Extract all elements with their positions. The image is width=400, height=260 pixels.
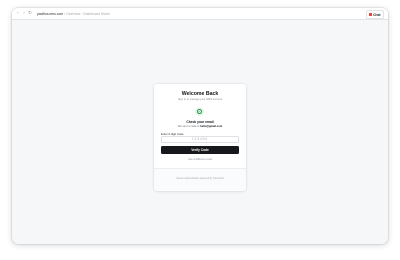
signin-card: Welcome Back Sign in to manage your EMS … (154, 84, 246, 191)
footer-text: Secure authentication powered by OpenAut… (176, 177, 224, 180)
verify-code-button[interactable]: Verify Code (161, 145, 239, 154)
code-field-label: Enter 6-digit Code (161, 131, 184, 136)
browser-window: ‹ › ↻ pacifica.ems.com / Overview · Dash… (12, 8, 388, 244)
chat-button[interactable]: Chat (365, 10, 384, 19)
url-separator: / (64, 11, 66, 16)
check-email-prefix: We sent a code to (177, 124, 200, 128)
success-check-icon (195, 107, 204, 116)
reload-icon[interactable]: ↻ (27, 8, 33, 19)
url-domain: pacifica.ems.com (37, 11, 64, 16)
check-email-heading: Check your email (186, 119, 214, 124)
check-email-text: We sent a code to hello@gmail.com (154, 125, 246, 128)
address-bar[interactable]: pacifica.ems.com / Overview · Dashboard … (37, 12, 110, 16)
verification-code-input[interactable] (161, 135, 239, 144)
browser-toolbar: ‹ › ↻ pacifica.ems.com / Overview · Dash… (12, 8, 388, 20)
card-subtitle: Sign in to manage your EMS account (177, 98, 223, 101)
card-title: Welcome Back (181, 91, 219, 97)
check-email-address: hello@gmail.com (200, 124, 223, 128)
chat-icon (369, 13, 372, 16)
different-email-link[interactable]: Use a different email (154, 158, 246, 161)
chat-label: Chat (372, 12, 381, 17)
url-path: Overview · Dashboard Home (66, 11, 110, 16)
